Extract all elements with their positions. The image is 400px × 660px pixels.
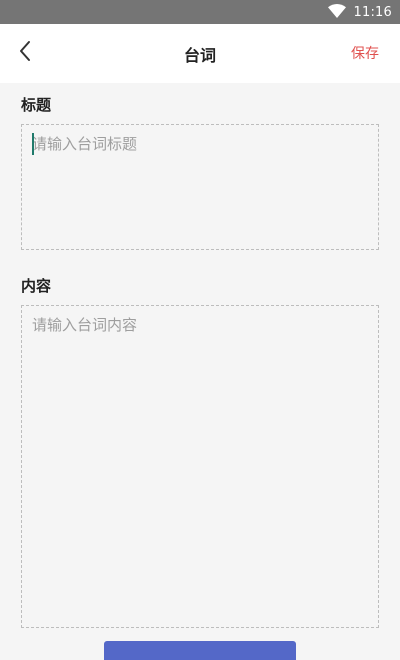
submit-button[interactable] [104, 641, 296, 660]
wifi-icon [327, 3, 346, 22]
save-button[interactable]: 保存 [351, 43, 379, 63]
page-title: 台词 [183, 46, 216, 65]
content-label: 内容 [21, 277, 52, 295]
text-cursor [32, 133, 34, 155]
content-input-box [21, 305, 379, 628]
status-time: 11:16 [353, 4, 392, 20]
title-input[interactable] [22, 125, 378, 249]
status-bar: 11:16 [0, 0, 400, 24]
content-input[interactable] [22, 306, 378, 627]
app-bar: 台词 保存 [0, 24, 400, 83]
status-icons: 11:16 [327, 3, 392, 22]
title-label: 标题 [21, 96, 52, 114]
title-input-box [21, 124, 379, 250]
